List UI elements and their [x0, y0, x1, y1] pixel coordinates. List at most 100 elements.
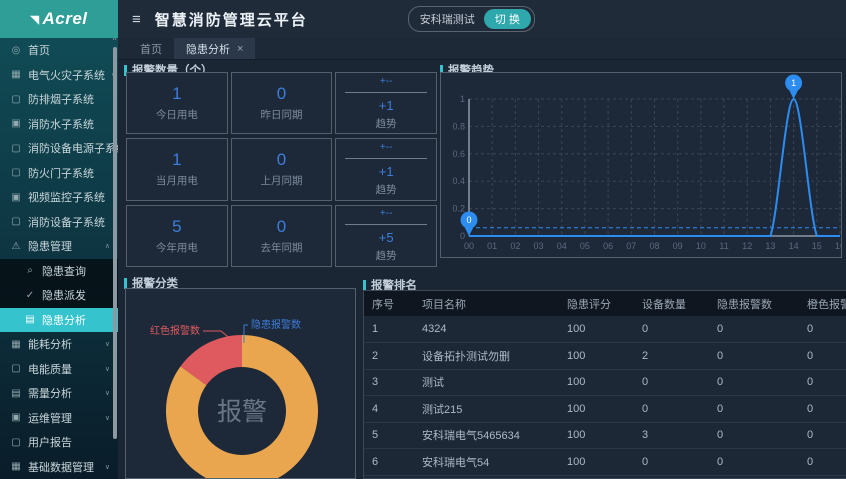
sidebar-subitem[interactable]: ✓ 隐患派发	[0, 283, 118, 308]
svg-text:0.4: 0.4	[452, 176, 465, 186]
sidebar-scrollbar[interactable]	[113, 47, 117, 439]
fire-door-icon: ▢	[10, 167, 22, 178]
logo-text: Acrel	[42, 9, 87, 29]
svg-text:红色报警数: 红色报警数	[150, 324, 200, 337]
tab[interactable]: 隐患分析 ×	[174, 38, 255, 59]
collapse-sidebar-icon[interactable]: ≡	[132, 11, 141, 28]
sidebar-item[interactable]: ▢ 防排烟子系统	[0, 87, 118, 112]
sidebar-item[interactable]: ◎ 首页	[0, 38, 118, 63]
svg-text:08: 08	[649, 241, 659, 251]
table-row[interactable]: 3 测试 100 0 0 0	[364, 369, 846, 396]
sidebar-item[interactable]: ▢ 电能质量 ∨	[0, 357, 118, 382]
stat-card-peer: 0 昨日同期	[231, 72, 333, 134]
stat-card-value: 5 今年用电	[126, 205, 228, 267]
sidebar-item[interactable]: ▣ 运维管理 ∨	[0, 406, 118, 431]
svg-text:0.8: 0.8	[452, 121, 465, 131]
sidebar-item[interactable]: ▣ 视频监控子系统	[0, 185, 118, 210]
trend-ratio: +--	[380, 142, 393, 153]
acrel-logo: ◥ Acrel	[0, 0, 118, 38]
sidebar-item[interactable]: ▣ 消防水子系统	[0, 112, 118, 137]
warning-icon: ⚠	[10, 241, 22, 252]
svg-text:14: 14	[789, 241, 799, 251]
stat-peer-label: 昨日同期	[261, 107, 303, 122]
user-report-icon: ▢	[10, 437, 22, 448]
cell-index: 7	[364, 475, 414, 479]
cell-device-count: 0	[634, 369, 709, 396]
cell-orange-alarms: 0	[799, 422, 846, 449]
cell-hazard-alarms: 0	[709, 475, 799, 479]
alarm-trend-chart[interactable]: 00.20.40.60.8100010203040506070809101112…	[440, 72, 842, 258]
sidebar-item[interactable]: ▦ 能耗分析 ∨	[0, 332, 118, 357]
sidebar-item[interactable]: ⚠ 隐患管理 ∧	[0, 234, 118, 259]
cell-hazard-score: 100	[559, 396, 634, 423]
cell-orange-alarms: 0	[799, 475, 846, 479]
stat-peer-value: 0	[277, 217, 286, 237]
tenant-selector[interactable]: 安科瑞测试 切 换	[408, 6, 535, 32]
sidebar-item-label: 电能质量	[28, 361, 72, 377]
table-row[interactable]: 6 安科瑞电气54 100 0 0 0	[364, 449, 846, 476]
cell-index: 1	[364, 316, 414, 343]
svg-text:02: 02	[510, 241, 520, 251]
stat-peer-label: 上月同期	[261, 173, 303, 188]
svg-text:报警: 报警	[217, 398, 267, 426]
svg-text:11: 11	[719, 241, 728, 251]
cell-index: 3	[364, 369, 414, 396]
cell-hazard-alarms: 0	[709, 343, 799, 370]
chevron-icon: ∧	[105, 242, 110, 250]
sidebar-subitem[interactable]: ▤ 隐患分析	[0, 308, 118, 333]
trend-divider	[345, 158, 427, 159]
tab-close-icon[interactable]: ×	[237, 43, 243, 55]
alarm-category-chart[interactable]: 隐患报警数红色报警数报警	[125, 288, 356, 479]
sidebar-item-label: 防排烟子系统	[28, 91, 94, 107]
sidebar-subitem-label: 隐患派发	[42, 287, 86, 303]
stat-label: 当月用电	[156, 173, 198, 188]
sidebar-item[interactable]: ▢ 用户报告	[0, 430, 118, 455]
stat-value: 5	[172, 217, 181, 237]
alarm-count-grid: 1 今日用电 0 昨日同期 +-- +1 趋势 1 当月用电 0 上月同期	[126, 72, 437, 267]
chevron-icon: ∨	[105, 340, 110, 348]
svg-text:1: 1	[791, 78, 796, 88]
cell-hazard-score: 100	[559, 475, 634, 479]
trend-ratio: +--	[380, 76, 393, 87]
cell-hazard-alarms: 0	[709, 396, 799, 423]
fire-device-icon: ▢	[10, 216, 22, 227]
table-row[interactable]: 4 测试215 100 0 0 0	[364, 396, 846, 423]
svg-text:10: 10	[696, 241, 706, 251]
app-title: 智慧消防管理云平台	[155, 9, 308, 30]
sidebar-item[interactable]: ▢ 防火门子系统	[0, 161, 118, 186]
sidebar-item[interactable]: ▤ 需量分析 ∨	[0, 381, 118, 406]
table-row[interactable]: 2 设备拓扑测试勿删 100 2 0 0	[364, 343, 846, 370]
title-accent-bar	[363, 280, 366, 291]
sidebar-subitem[interactable]: ⌕ 隐患查询	[0, 259, 118, 284]
chevron-icon: ∨	[105, 463, 110, 471]
stat-row: 1 当月用电 0 上月同期 +-- +1 趋势	[126, 138, 437, 200]
cell-orange-alarms: 0	[799, 449, 846, 476]
cell-project-name: 安科瑞电气5465634	[414, 422, 559, 449]
table-row[interactable]: 7 新增测试 100 0 0 0	[364, 475, 846, 479]
table-header-cell: 隐患评分	[559, 291, 634, 316]
cell-project-name: 安科瑞电气54	[414, 449, 559, 476]
table-row[interactable]: 5 安科瑞电气5465634 100 3 0 0	[364, 422, 846, 449]
sidebar-submenu: ⌕ 隐患查询 ✓ 隐患派发 ▤ 隐患分析	[0, 259, 118, 333]
stat-card-trend: +-- +5 趋势	[335, 205, 437, 267]
trend-label: 趋势	[376, 248, 397, 263]
sidebar-item-label: 基础数据管理	[28, 459, 94, 475]
cell-device-count: 0	[634, 396, 709, 423]
sidebar-item[interactable]: ▢ 消防设备子系统	[0, 210, 118, 235]
trend-value: +1	[379, 98, 394, 113]
alarm-rank-table-panel[interactable]: 序号项目名称隐患评分设备数量隐患报警数橙色报警数 1 4324 100 0 0 …	[363, 290, 846, 479]
table-row[interactable]: 1 4324 100 0 0 0	[364, 316, 846, 343]
tab[interactable]: 首页	[128, 38, 174, 59]
document-icon: ▤	[24, 314, 36, 325]
stat-card-value: 1 当月用电	[126, 138, 228, 200]
sidebar-item[interactable]: ▦ 电气火灾子系统 ∨	[0, 63, 118, 88]
svg-text:0.2: 0.2	[452, 204, 465, 214]
cell-hazard-score: 100	[559, 316, 634, 343]
trend-divider	[345, 224, 427, 225]
switch-tenant-button[interactable]: 切 换	[484, 9, 531, 29]
cell-project-name: 设备拓扑测试勿删	[414, 343, 559, 370]
sidebar-item[interactable]: ▢ 消防设备电源子系统	[0, 136, 118, 161]
table-header-cell: 设备数量	[634, 291, 709, 316]
sidebar-item[interactable]: ▦ 基础数据管理 ∨	[0, 455, 118, 479]
sidebar-item-label: 需量分析	[28, 385, 72, 401]
